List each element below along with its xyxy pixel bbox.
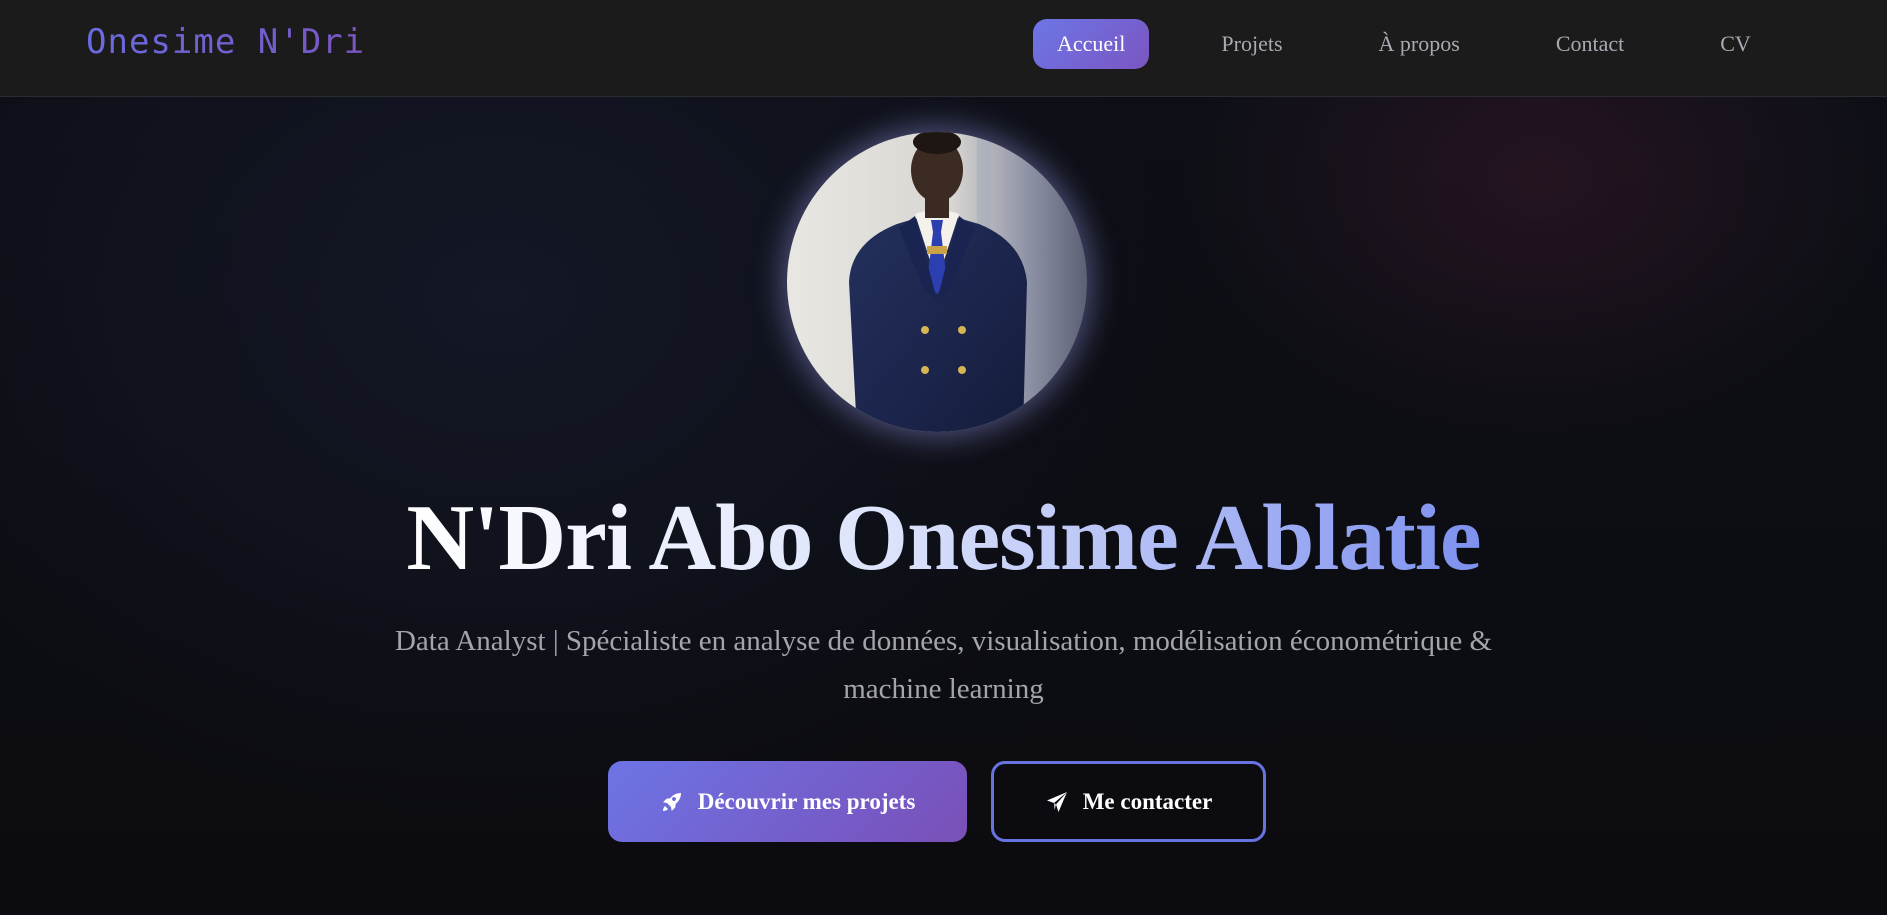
discover-projects-button[interactable]: Découvrir mes projets: [608, 761, 967, 842]
top-navbar: Onesime N'Dri Accueil Projets À propos C…: [0, 0, 1887, 97]
discover-projects-label: Découvrir mes projets: [697, 788, 916, 814]
nav-link-projets[interactable]: Projets: [1197, 19, 1306, 69]
nav-link-a-propos[interactable]: À propos: [1355, 19, 1484, 69]
brand-logo[interactable]: Onesime N'Dri: [86, 20, 365, 64]
rocket-icon: [662, 792, 681, 811]
contact-me-button[interactable]: Me contacter: [991, 761, 1266, 842]
profile-photo: [787, 132, 1087, 432]
contact-me-label: Me contacter: [1082, 788, 1213, 814]
nav-links: Accueil Projets À propos Contact CV: [1033, 19, 1775, 69]
nav-link-contact[interactable]: Contact: [1532, 19, 1648, 69]
paper-plane-icon: [1046, 791, 1067, 812]
hero-title: N'Dri Abo Onesime Ablatie: [406, 486, 1481, 590]
profile-avatar: [787, 132, 1087, 432]
nav-link-accueil[interactable]: Accueil: [1033, 19, 1150, 69]
hero-subtitle: Data Analyst | Spécialiste en analyse de…: [394, 625, 1493, 705]
nav-link-cv[interactable]: CV: [1696, 19, 1775, 69]
